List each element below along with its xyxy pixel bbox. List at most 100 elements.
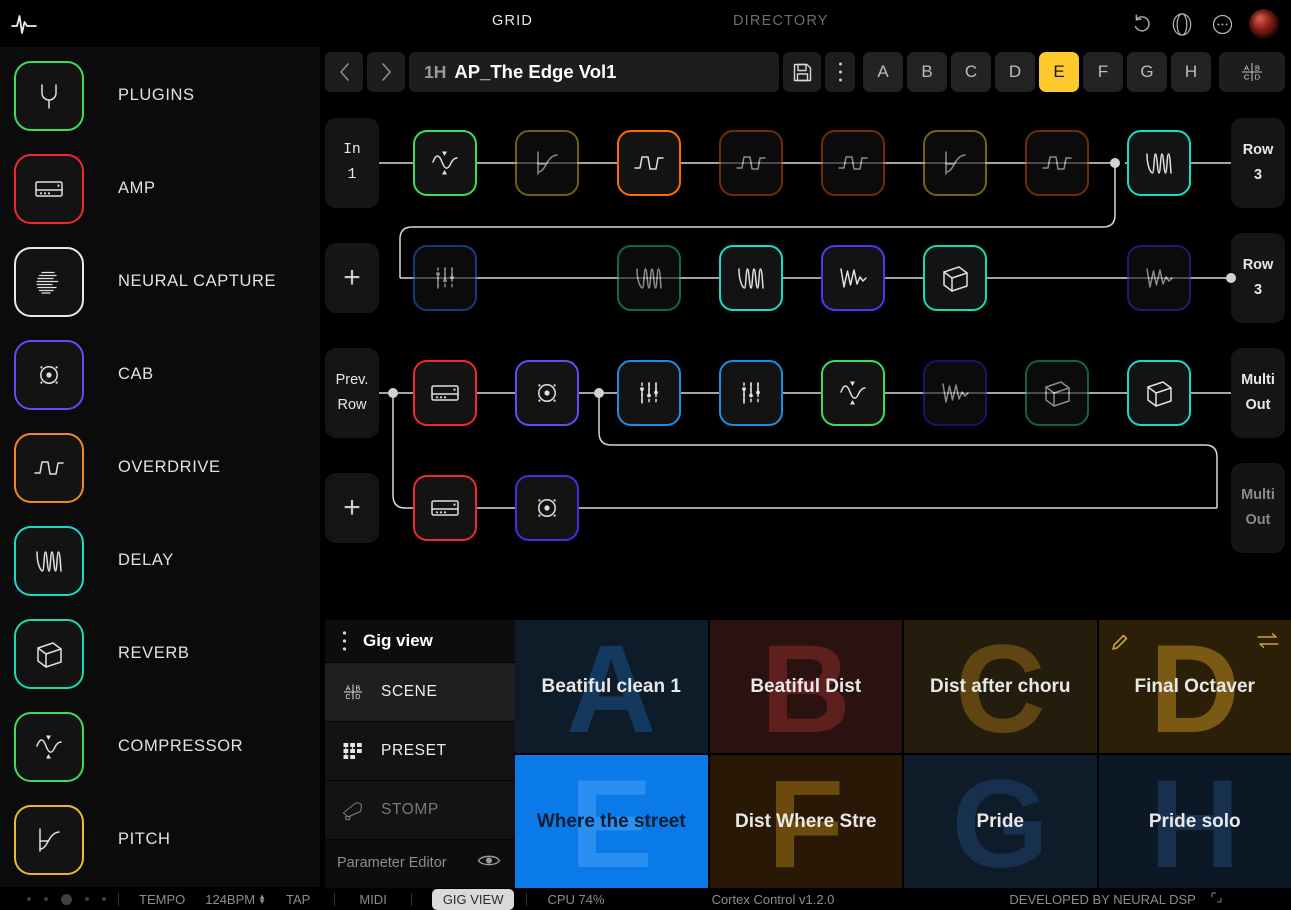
cab-icon [14,340,84,410]
pencil-icon[interactable] [1110,632,1130,657]
sidebar-item-compressor[interactable]: COMPRESSOR [14,700,314,793]
grid-block-overdrive-r0c3[interactable] [719,130,783,196]
divider [526,893,527,906]
tab-grid[interactable]: GRID [492,13,533,29]
svg-text:C: C [1244,73,1250,82]
grid-block-overdrive-r0c4[interactable] [821,130,885,196]
grid-block-overdrive-r0c6[interactable] [1025,130,1089,196]
gig-cell-F[interactable]: FDist Where Stre [710,755,903,888]
grid-block-modulation-r1c7[interactable] [1127,245,1191,311]
eye-icon[interactable] [477,853,501,873]
sidebar-item-label: NEURAL CAPTURE [118,272,276,291]
grid-block-delay-r1c3[interactable] [719,245,783,311]
gig-cell-A[interactable]: ABeatiful clean 1 [515,620,708,753]
gig-mode-scene[interactable]: A B C DSCENE [325,663,515,722]
gig-cell-D[interactable]: DFinal Octaver [1099,620,1291,753]
gig-cell-name: Where the street [527,810,696,833]
gig-mode-preset[interactable]: PRESET [325,722,515,781]
grid-block-delay-r1c2[interactable] [617,245,681,311]
tempo-stepper[interactable]: ▲▼ [258,894,266,904]
gig-cell-E[interactable]: EWhere the street [515,755,708,888]
tap-button[interactable]: TAP [286,892,310,907]
tempo-value[interactable]: 124BPM [205,892,255,907]
chevron-left-icon[interactable] [325,52,363,92]
grid-block-amp-r3c0[interactable] [413,475,477,541]
grid-block-modulation-r2c5[interactable] [923,360,987,426]
amp-icon [14,154,84,224]
scene-button-B[interactable]: B [907,52,947,92]
top-icon-group [1129,7,1279,41]
scene-button-A[interactable]: A [863,52,903,92]
sidebar-item-neural-capture[interactable]: NEURAL CAPTURE [14,235,314,328]
parameter-editor-row[interactable]: Parameter Editor [325,840,515,885]
gig-cell-name: Beatiful clean 1 [532,675,691,698]
tuner-icon[interactable] [1169,11,1195,37]
avatar[interactable] [1249,9,1279,39]
gig-cell-C[interactable]: CDist after choru [904,620,1097,753]
gig-mode-label: SCENE [381,683,437,701]
resize-corner-icon[interactable] [1210,891,1223,907]
svg-text:B: B [356,685,361,693]
sidebar-item-label: DELAY [118,551,174,570]
grid-block-compressor-r2c4[interactable] [821,360,885,426]
gig-mode-label: PRESET [381,742,447,760]
save-icon[interactable] [783,52,821,92]
grid-block-reverb-r2c6[interactable] [1025,360,1089,426]
undo-icon[interactable] [1129,11,1155,37]
sidebar-item-pitch[interactable]: PITCH [14,793,314,886]
grid-block-eq-r2c3[interactable] [719,360,783,426]
chevron-right-icon[interactable] [367,52,405,92]
abcd-scene-icon[interactable]: A B C D [1219,52,1285,92]
sidebar-item-amp[interactable]: AMP [14,142,314,235]
kebab-menu-icon[interactable] [825,52,855,92]
gig-cell-H[interactable]: HPride solo [1099,755,1291,888]
preset-bar: 1H AP_The Edge Vol1 ABCDEFGH A B C D [325,52,1285,92]
sidebar-item-label: PITCH [118,830,171,849]
tab-directory[interactable]: DIRECTORY [733,13,829,29]
grid-block-reverb-r1c5[interactable] [923,245,987,311]
divider [334,893,335,906]
gig-cell-B[interactable]: BBeatiful Dist [710,620,903,753]
sidebar-item-reverb[interactable]: REVERB [14,607,314,700]
swap-arrows-icon[interactable] [1256,632,1280,655]
sidebar-item-plugins[interactable]: PLUGINS [14,49,314,142]
svg-text:C: C [346,693,351,701]
sidebar-item-label: PLUGINS [118,86,195,105]
gig-mode-stomp[interactable]: STOMP [325,781,515,840]
grid-block-cab-r3c1[interactable] [515,475,579,541]
scene-button-G[interactable]: G [1127,52,1167,92]
sidebar-item-delay[interactable]: DELAY [14,514,314,607]
scene-button-E[interactable]: E [1039,52,1079,92]
grid-block-modulation-r1c4[interactable] [821,245,885,311]
grid-block-eq-r1c0[interactable] [413,245,477,311]
grid-block-overdrive-r0c2[interactable] [617,130,681,196]
kebab-menu-icon[interactable] [325,630,363,652]
grid-block-eq-r2c2[interactable] [617,360,681,426]
sidebar-item-cab[interactable]: CAB [14,328,314,421]
overdrive-icon [14,433,84,503]
grid-block-compressor-r0c0[interactable] [413,130,477,196]
preset-title: AP_The Edge Vol1 [454,61,616,83]
status-bar: TEMPO 124BPM ▲▼ TAP MIDI GIG VIEW CPU 74… [0,888,1291,910]
grid-block-pitch-r0c1[interactable] [515,130,579,196]
gig-view-toggle[interactable]: GIG VIEW [432,889,515,910]
scene-button-C[interactable]: C [951,52,991,92]
svg-text:B: B [1255,63,1260,72]
scene-button-H[interactable]: H [1171,52,1211,92]
grid-block-cab-r2c1[interactable] [515,360,579,426]
app-version: Cortex Control v1.2.0 [712,892,835,907]
scene-button-D[interactable]: D [995,52,1035,92]
gig-cell-name: Pride [966,810,1034,833]
sidebar-item-label: CAB [118,365,154,384]
more-icon[interactable] [1209,11,1235,37]
midi-button[interactable]: MIDI [359,892,386,907]
preset-name-field[interactable]: 1H AP_The Edge Vol1 [409,52,779,92]
grid-block-delay-r0c7[interactable] [1127,130,1191,196]
sidebar-item-overdrive[interactable]: OVERDRIVE [14,421,314,514]
grid-block-reverb-r2c7[interactable] [1127,360,1191,426]
scene-button-F[interactable]: F [1083,52,1123,92]
gig-cell-name: Dist after choru [920,675,1080,698]
gig-cell-G[interactable]: GPride [904,755,1097,888]
grid-block-amp-r2c0[interactable] [413,360,477,426]
grid-block-pitch-r0c5[interactable] [923,130,987,196]
